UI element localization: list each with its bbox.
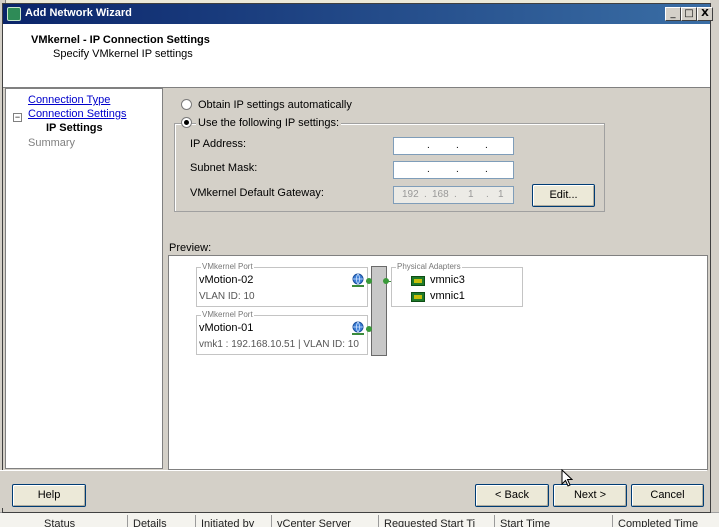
mouse-cursor-icon: [561, 469, 573, 487]
obtain-ip-auto-radio[interactable]: [181, 99, 192, 110]
step-connection-settings[interactable]: Connection Settings: [28, 108, 126, 120]
connector-dot: [366, 326, 372, 332]
step-connection-type[interactable]: Connection Type: [28, 94, 110, 106]
port-name: vMotion-01: [199, 322, 254, 334]
background-tasks-header: Status Details Initiated by vCenter Serv…: [0, 512, 719, 527]
gateway-label: VMkernel Default Gateway:: [190, 187, 324, 199]
adapters-caption: Physical Adapters: [396, 262, 462, 271]
obtain-ip-auto-label[interactable]: Obtain IP settings automatically: [198, 99, 352, 111]
background-app-right: [710, 0, 719, 527]
vmkernel-globe-icon: [352, 273, 364, 287]
port-name: vMotion-02: [199, 274, 254, 286]
back-button[interactable]: < Back: [475, 484, 549, 507]
task-column-separator: [378, 515, 379, 527]
connector-dot: [383, 278, 389, 284]
port-detail: vmk1 : 192.168.10.51 | VLAN ID: 10: [199, 339, 359, 350]
help-button[interactable]: Help: [12, 484, 86, 507]
adapter-vmnic1[interactable]: vmnic1: [430, 290, 465, 302]
minimize-button[interactable]: _: [665, 7, 681, 21]
gateway-field: 192 . 168 . 1 . 1: [393, 186, 514, 204]
ip-address-field[interactable]: . . .: [393, 137, 514, 155]
port-caption: VMkernel Port: [201, 262, 254, 271]
preview-label: Preview:: [169, 242, 212, 254]
nic-icon: [411, 276, 425, 286]
wizard-steps-nav: Connection Type − Connection Settings IP…: [5, 88, 163, 469]
task-column-separator: [612, 515, 613, 527]
edit-gateway-button[interactable]: Edit...: [532, 184, 595, 207]
close-button[interactable]: X: [697, 7, 713, 21]
subnet-mask-field[interactable]: . . .: [393, 161, 514, 179]
use-following-ip-radio[interactable]: [181, 117, 192, 128]
use-following-ip-label[interactable]: Use the following IP settings:: [196, 117, 342, 129]
step-ip-settings: IP Settings: [46, 122, 103, 134]
task-column-status: Status: [44, 518, 76, 527]
page-title: VMkernel - IP Connection Settings: [31, 34, 210, 46]
title-bar[interactable]: Add Network Wizard _ □ X: [3, 4, 713, 24]
port-vlan: VLAN ID: 10: [199, 291, 255, 302]
maximize-button[interactable]: □: [681, 7, 697, 21]
task-column-separator: [494, 515, 495, 527]
ip-address-label: IP Address:: [190, 138, 247, 150]
port-caption: VMkernel Port: [201, 310, 254, 319]
task-column-details: Details: [133, 518, 167, 527]
task-column-initiated-by: Initiated by: [201, 518, 255, 527]
nic-icon: [411, 292, 425, 302]
cancel-button[interactable]: Cancel: [631, 484, 704, 507]
wizard-app-icon: [7, 7, 21, 21]
collapse-tree-icon[interactable]: −: [13, 113, 22, 122]
window-title: Add Network Wizard: [25, 7, 132, 19]
task-column-separator: [271, 515, 272, 527]
task-column-separator: [127, 515, 128, 527]
wizard-header: VMkernel - IP Connection Settings Specif…: [3, 24, 710, 88]
task-column-separator: [195, 515, 196, 527]
adapter-vmnic3[interactable]: vmnic3: [430, 274, 465, 286]
connector-dot: [366, 278, 372, 284]
task-column-vcenter: vCenter Server: [277, 518, 351, 527]
task-column-requested: Requested Start Ti: [384, 518, 476, 527]
task-column-start-time: Start Time: [500, 518, 551, 527]
subnet-mask-label: Subnet Mask:: [190, 162, 258, 174]
page-subtitle: Specify VMkernel IP settings: [53, 48, 193, 60]
step-summary: Summary: [28, 137, 76, 149]
vmkernel-globe-icon: [352, 321, 364, 335]
task-column-completed: Completed Time: [618, 518, 699, 527]
